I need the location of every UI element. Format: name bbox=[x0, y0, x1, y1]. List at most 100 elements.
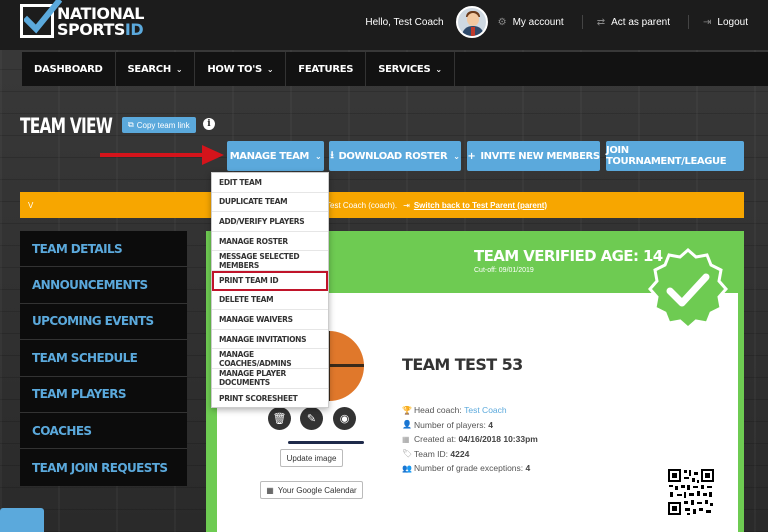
camera-icon[interactable]: ◉ bbox=[333, 407, 356, 430]
sidebar-item-join-requests[interactable]: TEAM JOIN REQUESTS bbox=[20, 449, 187, 485]
menu-item-manage-invitations[interactable]: MANAGE INVITATIONS bbox=[212, 330, 328, 350]
menu-item-edit-team[interactable]: EDIT TEAM bbox=[212, 173, 328, 193]
chevron-down-icon: ⌄ bbox=[435, 64, 442, 74]
greeting: Hello, Test Coach bbox=[365, 16, 444, 28]
feedback-tab[interactable] bbox=[0, 508, 44, 532]
manage-team-button[interactable]: MANAGE TEAM ⌄ bbox=[227, 141, 324, 171]
download-icon: ⭳ bbox=[330, 149, 334, 161]
trophy-icon: 🏆 bbox=[402, 405, 412, 415]
chevron-down-icon: ⌄ bbox=[453, 151, 460, 161]
calendar-icon: ▦ bbox=[266, 485, 274, 495]
switch-icon: ⇄ bbox=[596, 16, 606, 28]
menu-item-print-scoresheet[interactable]: PRINT SCORESHEET bbox=[212, 389, 328, 409]
copy-icon: ⧉ bbox=[128, 120, 134, 129]
sidebar-item-team-players[interactable]: TEAM PLAYERS bbox=[20, 377, 187, 413]
join-tournament-label: JOIN TOURNAMENT/LEAGUE bbox=[606, 145, 727, 167]
my-account-link[interactable]: ⚙ My account bbox=[498, 17, 564, 28]
download-roster-label: DOWNLOAD ROSTER bbox=[338, 150, 448, 162]
logout-link[interactable]: ⇥ Logout bbox=[703, 17, 748, 28]
team-info-list: 🏆 Head coach: Test Coach 👤 Number of pla… bbox=[402, 403, 538, 476]
logout-icon: ⇥ bbox=[703, 16, 712, 28]
menu-item-message-members[interactable]: MESSAGE SELECTED MEMBERS bbox=[212, 251, 328, 271]
image-underline bbox=[288, 441, 364, 444]
switch-back-link[interactable]: Switch back to Test Parent (parent) bbox=[414, 201, 547, 210]
logout-label: Logout bbox=[717, 16, 748, 28]
sidebar-item-team-details[interactable]: TEAM DETAILS bbox=[20, 231, 187, 268]
cutoff-date: Cut-off: 09/01/2019 bbox=[474, 267, 534, 274]
act-as-parent-link[interactable]: ⇄ Act as parent bbox=[597, 17, 670, 28]
chevron-down-icon: ⌄ bbox=[314, 151, 322, 161]
nav-search[interactable]: SEARCH ⌄ bbox=[116, 52, 196, 86]
sidebar-item-team-schedule[interactable]: TEAM SCHEDULE bbox=[20, 340, 187, 377]
menu-item-manage-waivers[interactable]: MANAGE WAIVERS bbox=[212, 310, 328, 330]
qr-code-image bbox=[667, 468, 715, 516]
join-tournament-button[interactable]: JOIN TOURNAMENT/LEAGUE bbox=[606, 141, 744, 171]
update-image-button[interactable]: Update image bbox=[280, 449, 343, 467]
avatar[interactable] bbox=[455, 6, 488, 38]
players-row: 👤 Number of players: 4 bbox=[402, 419, 493, 430]
nav-label: SERVICES bbox=[378, 63, 431, 75]
copy-team-link-label: Copy team link bbox=[136, 120, 190, 130]
menu-item-add-verify-players[interactable]: ADD/VERIFY PLAYERS bbox=[212, 212, 328, 232]
panel-border bbox=[738, 293, 744, 532]
chevron-down-icon: ⌄ bbox=[175, 64, 183, 74]
download-roster-button[interactable]: ⭳ DOWNLOAD ROSTER ⌄ bbox=[329, 141, 461, 171]
menu-item-player-documents[interactable]: MANAGE PLAYER DOCUMENTS bbox=[212, 369, 328, 389]
user-menu: Hello, Test Coach ⚙ My account ⇄ Act as … bbox=[365, 0, 748, 44]
plus-icon: + bbox=[467, 150, 476, 162]
sidebar-item-coaches[interactable]: COACHES bbox=[20, 413, 187, 450]
user-icon: 👤 bbox=[402, 420, 412, 430]
main-nav: DASHBOARD SEARCH ⌄ HOW TO'S ⌄ FEATURES SER… bbox=[22, 52, 768, 86]
created-row: ▦ Created at: 04/16/2018 10:33pm bbox=[402, 434, 538, 445]
menu-item-manage-roster[interactable]: MANAGE ROSTER bbox=[212, 232, 328, 252]
my-account-label: My account bbox=[512, 16, 564, 28]
nav-features[interactable]: FEATURES bbox=[286, 52, 367, 86]
google-calendar-button[interactable]: ▦ Your Google Calendar bbox=[260, 481, 363, 499]
team-sidebar: TEAM DETAILS ANNOUNCEMENTS UPCOMING EVEN… bbox=[20, 231, 187, 486]
copy-team-link-button[interactable]: ⧉ Copy team link bbox=[122, 117, 196, 133]
page-title: TEAM VIEW bbox=[20, 114, 113, 138]
verified-badge-icon bbox=[648, 248, 728, 330]
site-logo[interactable]: NATIONAL SPORTSID bbox=[20, 0, 144, 40]
act-as-parent-label: Act as parent bbox=[611, 16, 671, 28]
divider bbox=[581, 15, 583, 29]
switch-icon: ⇥ bbox=[403, 200, 410, 210]
top-bar: NATIONAL SPORTSID Hello, Test Coach ⚙ My… bbox=[0, 0, 768, 50]
divider bbox=[688, 15, 690, 29]
calendar-icon: ▦ bbox=[402, 434, 410, 444]
verified-age: TEAM VERIFIED AGE: 14 bbox=[474, 247, 663, 265]
grade-exceptions-row: 👥 Number of grade exceptions: 4 bbox=[402, 463, 531, 474]
nav-label: DASHBOARD bbox=[34, 63, 103, 75]
head-coach-link[interactable]: Test Coach bbox=[464, 405, 507, 415]
red-arrow-annotation bbox=[100, 145, 224, 165]
sidebar-item-announcements[interactable]: ANNOUNCEMENTS bbox=[20, 267, 187, 304]
manage-team-label: MANAGE TEAM bbox=[229, 150, 310, 162]
menu-item-print-team-id[interactable]: PRINT TEAM ID bbox=[212, 270, 328, 291]
google-calendar-label: Your Google Calendar bbox=[277, 485, 357, 495]
team-name: TEAM TEST 53 bbox=[402, 355, 523, 374]
sidebar-item-upcoming-events[interactable]: UPCOMING EVENTS bbox=[20, 304, 187, 341]
nav-dashboard[interactable]: DASHBOARD bbox=[22, 52, 116, 86]
impersonation-alert: V Test Coach (coach). ⇥ Switch back to T… bbox=[20, 192, 744, 218]
menu-item-delete-team[interactable]: DELETE TEAM bbox=[212, 291, 328, 311]
logo-text-line2: SPORTSID bbox=[57, 20, 144, 39]
nav-services[interactable]: SERVICES ⌄ bbox=[366, 52, 455, 86]
users-icon: 👥 bbox=[402, 463, 412, 473]
nav-how-tos[interactable]: HOW TO'S ⌄ bbox=[195, 52, 287, 86]
manage-team-menu: EDIT TEAM DUPLICATE TEAM ADD/VERIFY PLAY… bbox=[211, 172, 329, 408]
trash-icon[interactable]: 🗑 bbox=[268, 407, 291, 430]
nav-label: SEARCH bbox=[127, 63, 172, 75]
team-id-row: 🏷 Team ID: 4224 bbox=[402, 448, 470, 459]
nav-label: HOW TO'S bbox=[207, 63, 262, 75]
chevron-down-icon: ⌄ bbox=[266, 64, 274, 74]
nav-label: FEATURES bbox=[298, 63, 354, 75]
tag-icon: 🏷 bbox=[402, 449, 413, 459]
alert-text: Test Coach (coach). bbox=[326, 200, 398, 210]
menu-item-manage-coaches[interactable]: MANAGE COACHES/ADMINS bbox=[212, 349, 328, 369]
invite-members-button[interactable]: + INVITE NEW MEMBERS bbox=[467, 141, 600, 171]
invite-members-label: INVITE NEW MEMBERS bbox=[480, 150, 600, 162]
info-icon[interactable]: i bbox=[203, 118, 215, 130]
edit-icon[interactable]: ✎ bbox=[300, 407, 323, 430]
head-coach-row: 🏆 Head coach: Test Coach bbox=[402, 405, 507, 416]
menu-item-duplicate-team[interactable]: DUPLICATE TEAM bbox=[212, 193, 328, 213]
